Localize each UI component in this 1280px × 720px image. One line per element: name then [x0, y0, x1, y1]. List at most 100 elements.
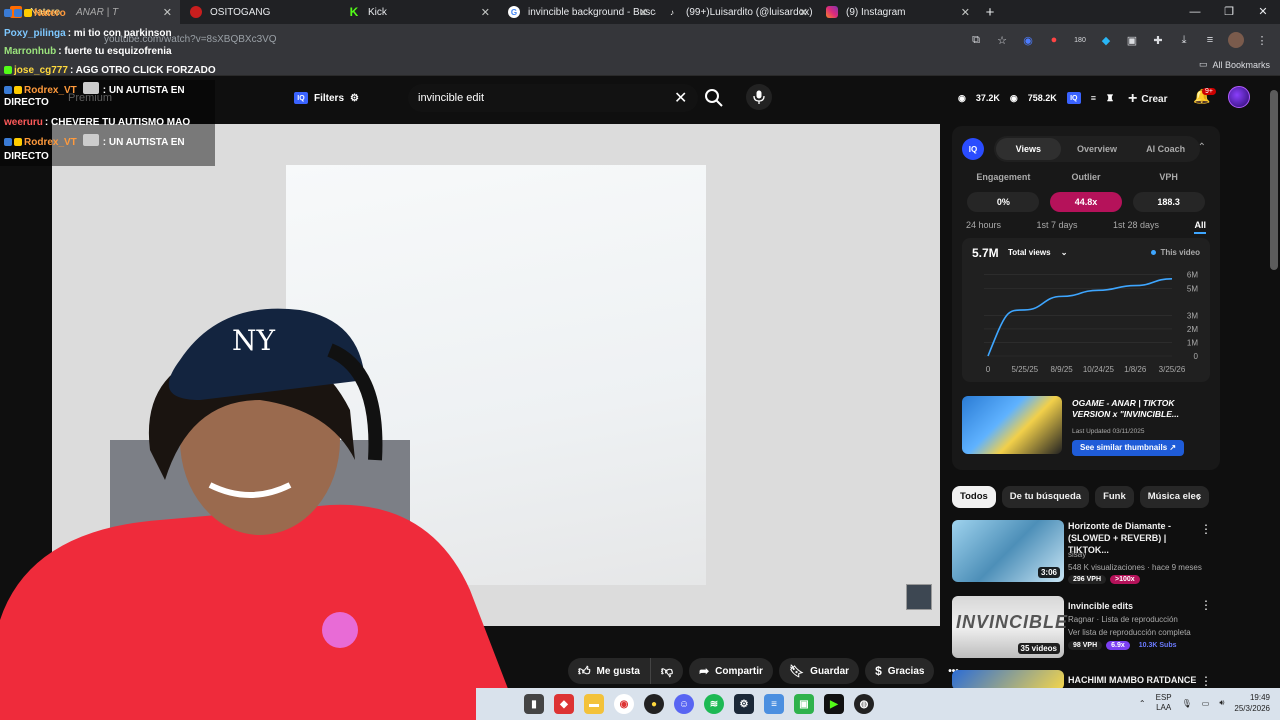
discord-icon[interactable]: ☺ [674, 694, 694, 714]
extension-cyan-icon[interactable]: ◆ [1098, 32, 1114, 48]
list-item[interactable]: 3:06 Horizonte de Diamante - (SLOWED + R… [952, 520, 1222, 584]
trophy-icon[interactable]: ♜ [1106, 93, 1114, 104]
browser-tab-4[interactable]: G invincible background - Buscar ✕ [498, 0, 656, 24]
restore-icon[interactable]: ❐ [1212, 0, 1246, 24]
iq-badge[interactable]: IQ [1066, 92, 1081, 104]
browser-tab-3[interactable]: K Kick ✕ [338, 0, 498, 24]
chat-user[interactable]: weeruru [4, 117, 43, 128]
chat-user[interactable]: Rodrex_VT [24, 137, 77, 148]
metric-dropdown[interactable]: Total views ⌄ [1008, 248, 1067, 257]
channel-watermark[interactable] [906, 584, 932, 610]
thumbnail-image[interactable] [962, 396, 1062, 454]
spotify-icon[interactable]: ≋ [704, 694, 724, 714]
obs-icon[interactable]: ◍ [854, 694, 874, 714]
media-icon[interactable]: ≡ [1202, 32, 1218, 48]
search-input[interactable]: invincible edit [408, 84, 698, 112]
range-28d[interactable]: 1st 28 days [1113, 220, 1159, 234]
chat-user[interactable]: Marronhub [4, 46, 56, 57]
list-icon[interactable]: ≡ [1091, 93, 1096, 103]
playlist-meta[interactable]: Ver lista de reproducción completa [1068, 628, 1191, 637]
channel-name[interactable]: sisay [1068, 550, 1086, 559]
browser-tab-2[interactable]: OSITOGANG ✕ [180, 0, 338, 24]
mic-button[interactable] [746, 84, 772, 110]
video-thumbnail[interactable] [952, 670, 1064, 690]
extension-box-icon[interactable]: ▣ [1124, 32, 1140, 48]
volume-icon[interactable]: 🔊︎ [1219, 698, 1224, 708]
all-bookmarks-button[interactable]: ▭ All Bookmarks [1199, 59, 1270, 70]
minimize-icon[interactable]: — [1178, 0, 1212, 24]
close-icon[interactable]: ✕ [639, 6, 648, 19]
download-icon[interactable]: ⤓ [1176, 32, 1192, 48]
browser-tab-6[interactable]: (9) Instagram ✕ [816, 0, 978, 24]
scrollbar[interactable] [1270, 90, 1278, 270]
chip-all[interactable]: Todos [952, 486, 996, 508]
star-icon[interactable]: ☆ [994, 32, 1010, 48]
chat-user[interactable]: Rodrex_VT [24, 85, 77, 96]
app-icon[interactable]: ◆ [554, 694, 574, 714]
chevron-up-icon[interactable]: ⌃ [1198, 142, 1206, 153]
list-item[interactable]: HACHIMI MAMBO RATDANCE ⋮ [952, 670, 1222, 690]
chevron-right-icon[interactable]: › [1197, 490, 1201, 504]
video-title[interactable]: HACHIMI MAMBO RATDANCE [1068, 674, 1206, 686]
close-icon[interactable]: ✕ [961, 6, 970, 19]
chip-funk[interactable]: Funk [1095, 486, 1134, 508]
chat-user[interactable]: Natero [34, 8, 66, 19]
close-icon[interactable]: ✕ [481, 6, 490, 19]
steam-icon[interactable]: ⚙ [734, 694, 754, 714]
language-indicator[interactable]: ESP LAA [1156, 693, 1172, 713]
chat-user[interactable]: Poxy_pilinga [4, 28, 66, 39]
menu-kebab-icon[interactable]: ⋮ [1254, 32, 1270, 48]
chat-user[interactable]: jose_cg777 [14, 65, 68, 76]
tab-ai-coach[interactable]: AI Coach [1133, 138, 1198, 160]
new-tab-button[interactable]: + [978, 4, 1002, 21]
chevron-up-icon[interactable]: ⌃ [1139, 699, 1146, 708]
playlist-owner[interactable]: Ragnar · Lista de reproducción [1068, 615, 1178, 624]
filters-button[interactable]: IQ Filters ⚙ [286, 86, 367, 110]
clock[interactable]: 19:49 25/3/2026 [1234, 692, 1270, 714]
search-icon[interactable] [704, 88, 724, 108]
save-button[interactable]: 🔖︎ Guardar [778, 658, 860, 684]
extension-blue-icon[interactable]: ◉ [1020, 32, 1036, 48]
close-window-icon[interactable]: ✕ [1246, 0, 1280, 24]
notepad-icon[interactable]: ≡ [764, 694, 784, 714]
extension-red-icon[interactable]: ● [1046, 32, 1062, 48]
range-7d[interactable]: 1st 7 days [1036, 220, 1077, 234]
range-all[interactable]: All [1194, 220, 1206, 234]
kebab-menu-icon[interactable]: ⋮ [1200, 674, 1212, 688]
range-24h[interactable]: 24 hours [966, 220, 1001, 234]
chip-search[interactable]: De tu búsqueda [1001, 486, 1090, 508]
avatar[interactable] [1228, 86, 1250, 108]
puzzle-icon[interactable]: ✚ [1150, 32, 1166, 48]
playlist-thumbnail[interactable]: INVINCIBLE 35 videos [952, 596, 1067, 658]
thanks-button[interactable]: $ Gracias [865, 658, 935, 684]
share-button[interactable]: ➦ Compartir [689, 658, 773, 684]
create-button[interactable]: + Crear [1128, 90, 1167, 108]
mic-tray-icon[interactable]: 🎙︎ [1182, 699, 1192, 708]
like-button[interactable]: 👍︎ Me gusta [568, 658, 650, 684]
app-icon[interactable]: ▮ [524, 694, 544, 714]
app-icon[interactable]: ▶ [824, 694, 844, 714]
chrome-icon[interactable]: ◉ [614, 694, 634, 714]
see-similar-thumbnails-button[interactable]: See similar thumbnails ↗ [1072, 440, 1185, 456]
list-item[interactable]: INVINCIBLE 35 videos Invincible edits Ra… [952, 596, 1222, 660]
tab-views[interactable]: Views [996, 138, 1061, 160]
app-icon[interactable]: ● [644, 694, 664, 714]
network-icon[interactable]: ▭ [1202, 699, 1210, 708]
cast-icon[interactable]: ⧉ [968, 32, 984, 48]
dislike-button[interactable]: 👎︎ [649, 658, 684, 684]
kebab-menu-icon[interactable]: ⋮ [1200, 522, 1212, 536]
profile-avatar-icon[interactable] [1228, 32, 1244, 48]
browser-tab-5[interactable]: ♪ (99+)Luisardito (@luisardox) | T ✕ [656, 0, 816, 24]
folder-icon[interactable]: ▬ [584, 694, 604, 714]
clear-search-icon[interactable]: ✕ [674, 88, 687, 108]
video-title[interactable]: Horizonte de Diamante - (SLOWED + REVERB… [1068, 520, 1206, 556]
video-thumbnail[interactable]: 3:06 [952, 520, 1064, 582]
app-icon[interactable]: ▣ [794, 694, 814, 714]
extension-badge[interactable]: 180 [1072, 32, 1088, 48]
kebab-menu-icon[interactable]: ⋮ [1200, 598, 1212, 612]
playlist-title[interactable]: Invincible edits [1068, 600, 1206, 612]
close-icon[interactable]: ✕ [163, 6, 172, 19]
similar-thumbnail-card[interactable]: OGAME - ANAR | TIKTOK VERSION x "INVINCI… [962, 396, 1210, 456]
tab-overview[interactable]: Overview [1065, 138, 1130, 160]
close-icon[interactable]: ✕ [799, 6, 808, 19]
